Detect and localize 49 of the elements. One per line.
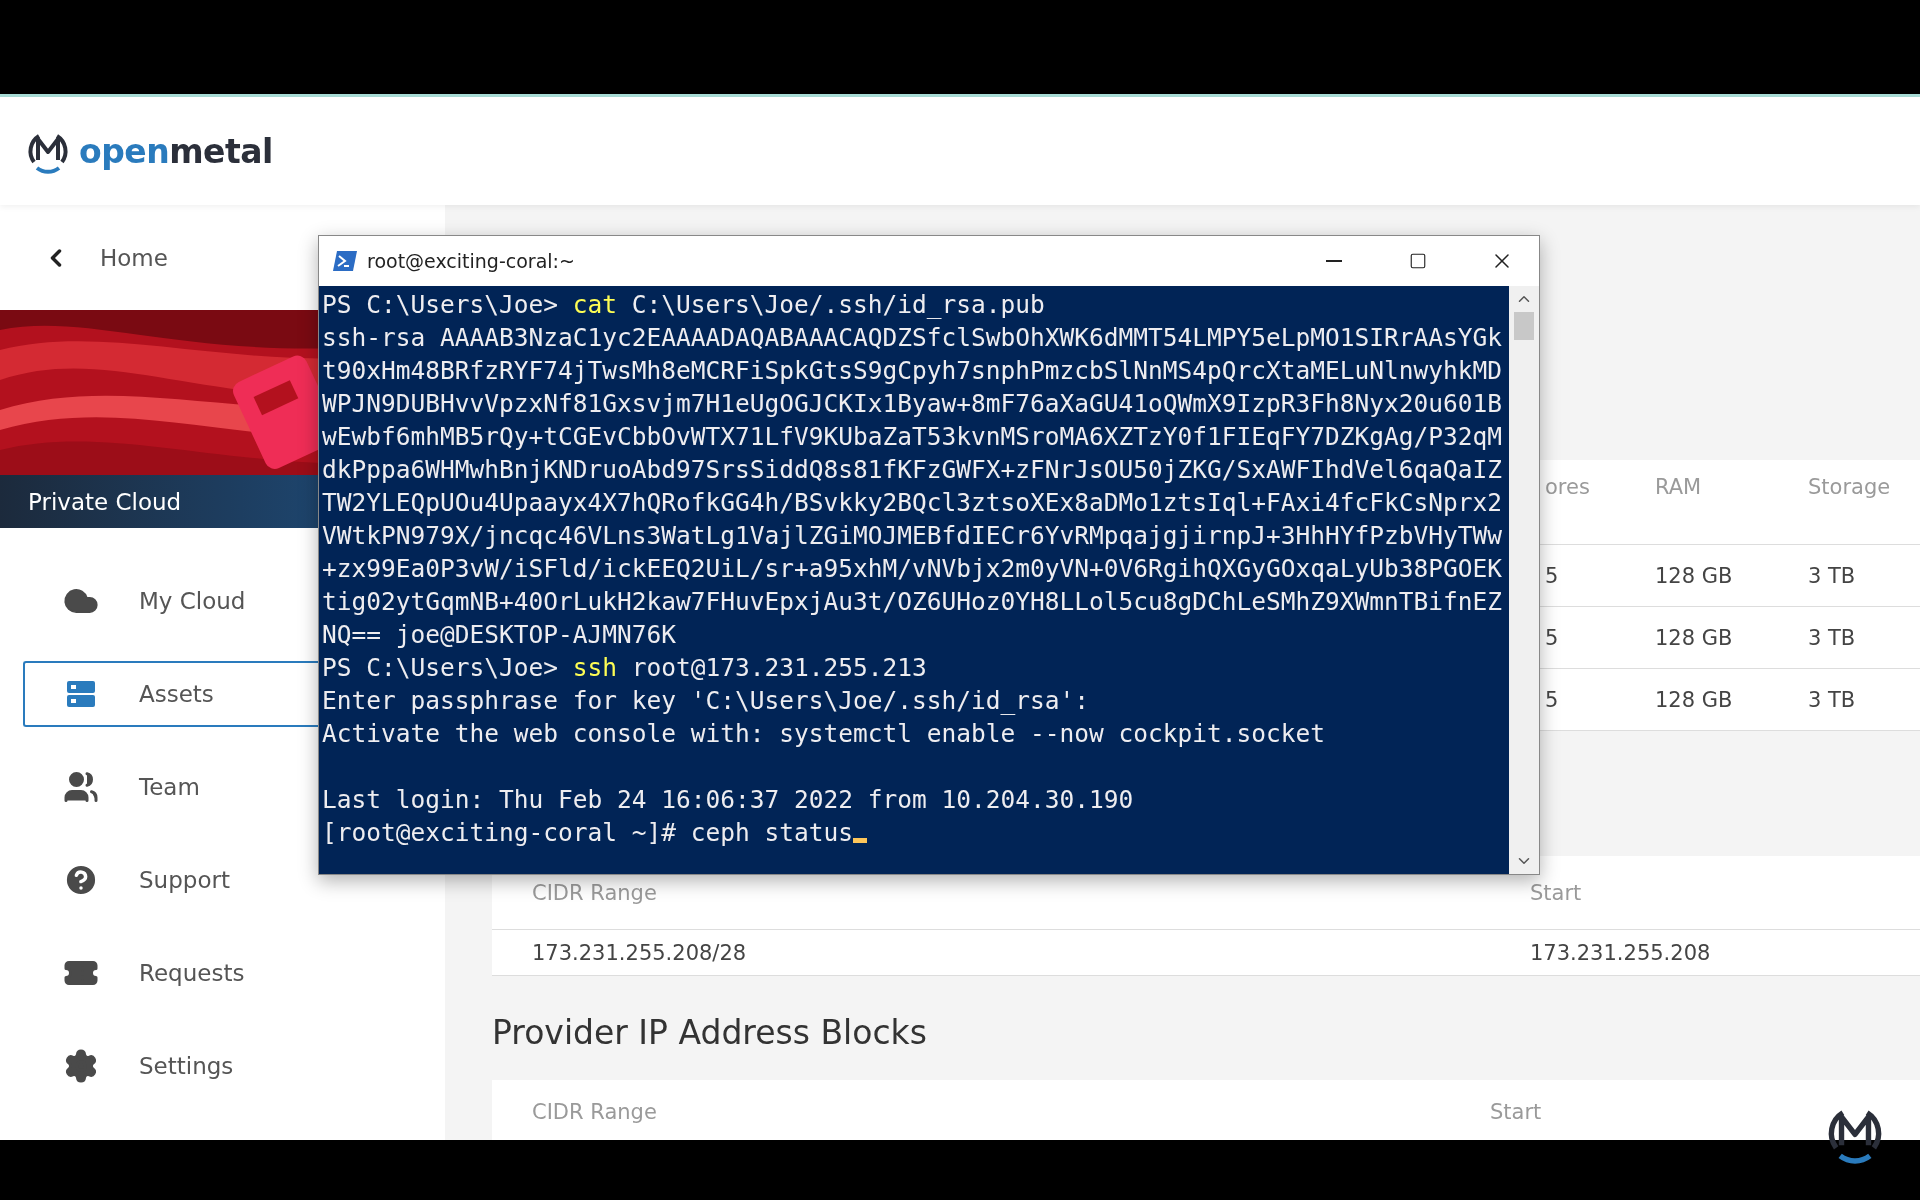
people-icon (63, 769, 99, 805)
column-header: Storage (1808, 475, 1892, 499)
nav-item[interactable]: Requests (23, 940, 318, 1006)
section-title: Provider IP Address Blocks (492, 1013, 928, 1054)
table-cell-text: 173.231.255.208 (1530, 940, 1712, 965)
maximize-icon (1409, 252, 1427, 270)
table-cell-text: 5 (1545, 625, 1560, 650)
column-header: CIDR Range (532, 881, 658, 905)
table-cell-text: 128 GB (1655, 687, 1734, 712)
nav-item[interactable]: Team (23, 754, 318, 820)
nav-item[interactable]: My Cloud (23, 568, 318, 634)
table-cell-text: 3 TB (1808, 687, 1857, 712)
terminal-line: t90xHm48BRfzRYF74jTwsMh8eMCRFiSpkGtsS9gCpyh7snphPmzcbSlNnMS4pQrcXtaMELuNlnwyhkMD (322, 355, 1503, 387)
nav-item[interactable]: Assets (23, 661, 318, 727)
terminal-line: NQ== joe@DESKTOP-AJMN76K (322, 619, 676, 651)
scroll-thumb[interactable] (1514, 312, 1534, 340)
terminal-line: Activate the web console with: systemctl enable --now cockpit.socket (322, 718, 1326, 750)
scrollbar[interactable] (1509, 286, 1539, 874)
column-header: CIDR Range (532, 1100, 658, 1124)
table-cell-text: 5 (1545, 563, 1560, 588)
terminal-line: wEwbf6mhMB5rQy+tCGEvCbbOvWTX71LfV9KUbaZaT53kvnMSroMA6XZTzY0f1FIEqFY7DZKgAg/P32qM (322, 421, 1503, 453)
column-header: Start (1490, 1100, 1543, 1124)
terminal-line: [root@exciting-coral ~]# ceph status (322, 817, 853, 849)
terminal-line: ssh-rsa AAAAB3NzaC1yc2EAAAADAQABAAACAQDZSfclSwbOhXWK6dMMT54LMPY5eLpMO1SIRrAAsYGk (322, 322, 1503, 354)
terminal-line: PS C:\Users\Joe> ssh root@173.231.255.213 (322, 652, 927, 684)
minimize-icon (1326, 260, 1342, 262)
home-link[interactable]: Home (0, 205, 178, 310)
terminal-line: tig02ytGqmNB+40OrLukH2kaw7FHuvEpxjAu3t/OZ6UHoz0YH8LLol5cu8gDChLeSMhZ9XWmnTBifnEZ (322, 586, 1503, 618)
terminal-icon (333, 251, 357, 271)
server-icon (65, 678, 97, 710)
column-header: RAM (1655, 475, 1703, 499)
table-cell-text: 3 TB (1808, 625, 1857, 650)
terminal-line: PS C:\Users\Joe> cat C:\Users\Joe/.ssh/id_rsa.pub (322, 289, 1045, 321)
table-cell-text: 5 (1545, 687, 1560, 712)
column-header: ores (1545, 475, 1591, 499)
column-header: Start (1530, 881, 1583, 905)
nav-item[interactable]: Settings (23, 1033, 318, 1099)
settings-icon (63, 1048, 99, 1084)
terminal-line: Enter passphrase for key 'C:\Users\Joe/.ssh/id_rsa': (322, 685, 1089, 717)
terminal-line: Last login: Thu Feb 24 16:06:37 2022 from 10.204.30.190 (322, 784, 1134, 816)
logo-text: openmetal (79, 131, 273, 171)
window-title: root@exciting-coral:~ (367, 250, 576, 272)
table-cell-text: 128 GB (1655, 625, 1734, 650)
table-cell-text: 173.231.255.208/28 (532, 940, 748, 965)
nav-item[interactable]: Support (23, 847, 318, 913)
table-cell-text: 3 TB (1808, 563, 1857, 588)
terminal-line: +zx99Ea0P3vW/iSFld/ickEEQ2UiL/sr+a95xhM/vNVbjx2m0yVN+0V6RgihQXGyGOxqaLyUb38PGOEK (322, 553, 1503, 585)
table-cell-text: 128 GB (1655, 563, 1734, 588)
terminal-line: WPJN9DUBHvvVpzxNf81Gxsvjm7H1eUgOGJCKIx1Byaw+8mF76aXaGU41oQWmX9IzpR3Fh8Nyx20u601B (322, 388, 1503, 420)
